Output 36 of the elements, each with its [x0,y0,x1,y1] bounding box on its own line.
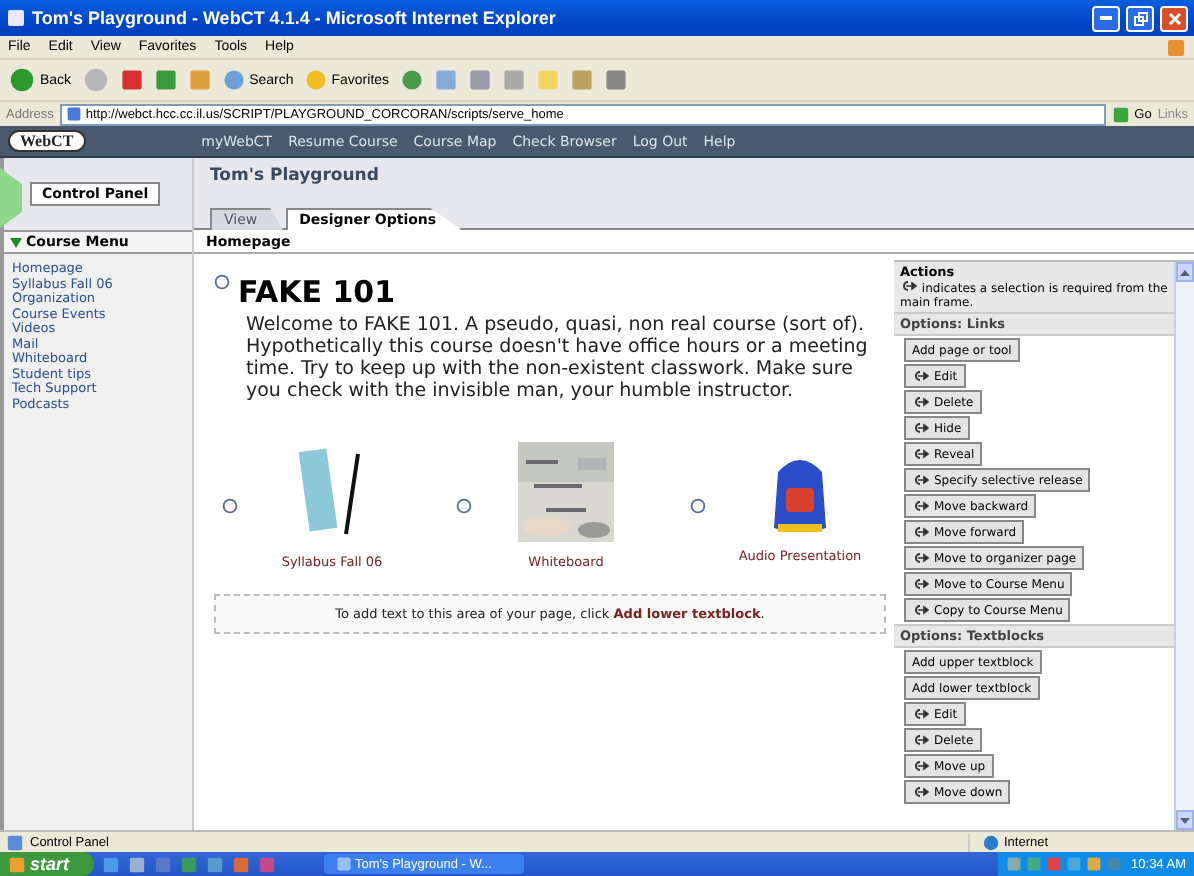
hand-arrow-icon [912,604,930,617]
hand-arrow-icon [912,396,930,409]
hand-arrow-icon [900,280,918,292]
radio-icon[interactable] [690,498,706,514]
triangle-down-icon [10,237,22,247]
pointer-arrow-icon [0,168,22,228]
course-title: Tom's Playground [210,166,381,186]
hand-arrow-icon [912,500,930,513]
welcome-text: Welcome to FAKE 101. A pseudo, quasi, non real course (sort of). Hypothetically this course doesn't have office hours or a meeting time. Try to keep up with the non-existent classwork. Make sure you check with the invisible man, your humble instructor. [246,314,870,402]
scroll-up-icon[interactable] [1180,269,1190,275]
hand-arrow-icon [912,708,930,721]
minimize-button[interactable] [1092,5,1120,31]
restore-icon [1133,11,1147,25]
scrollbar[interactable] [1174,262,1194,830]
hand-arrow-icon [912,422,930,435]
hand-arrow-icon [912,786,930,799]
hand-arrow-icon [912,474,930,487]
course-heading: FAKE 101 [238,274,396,310]
hand-arrow-icon [912,552,930,565]
start-button[interactable]: start [0,852,94,876]
restore-button[interactable] [1126,5,1154,31]
hand-arrow-icon [912,526,930,539]
hand-arrow-icon [912,760,930,773]
radio-icon[interactable] [222,498,238,514]
hand-arrow-icon [912,734,930,747]
scroll-down-icon[interactable] [1180,817,1190,823]
close-icon [1167,11,1181,25]
minimize-icon [1100,16,1112,20]
hand-arrow-icon [912,578,930,591]
radio-icon[interactable] [456,498,472,514]
hand-arrow-icon [912,370,930,383]
webct-logo[interactable]: WebCT [8,130,86,152]
radio-icon[interactable] [214,274,230,290]
hand-arrow-icon [912,448,930,461]
close-button[interactable] [1160,5,1188,31]
window-title: Tom's Playground - WebCT 4.1.4 - Microsoft Internet Explorer [32,8,558,28]
